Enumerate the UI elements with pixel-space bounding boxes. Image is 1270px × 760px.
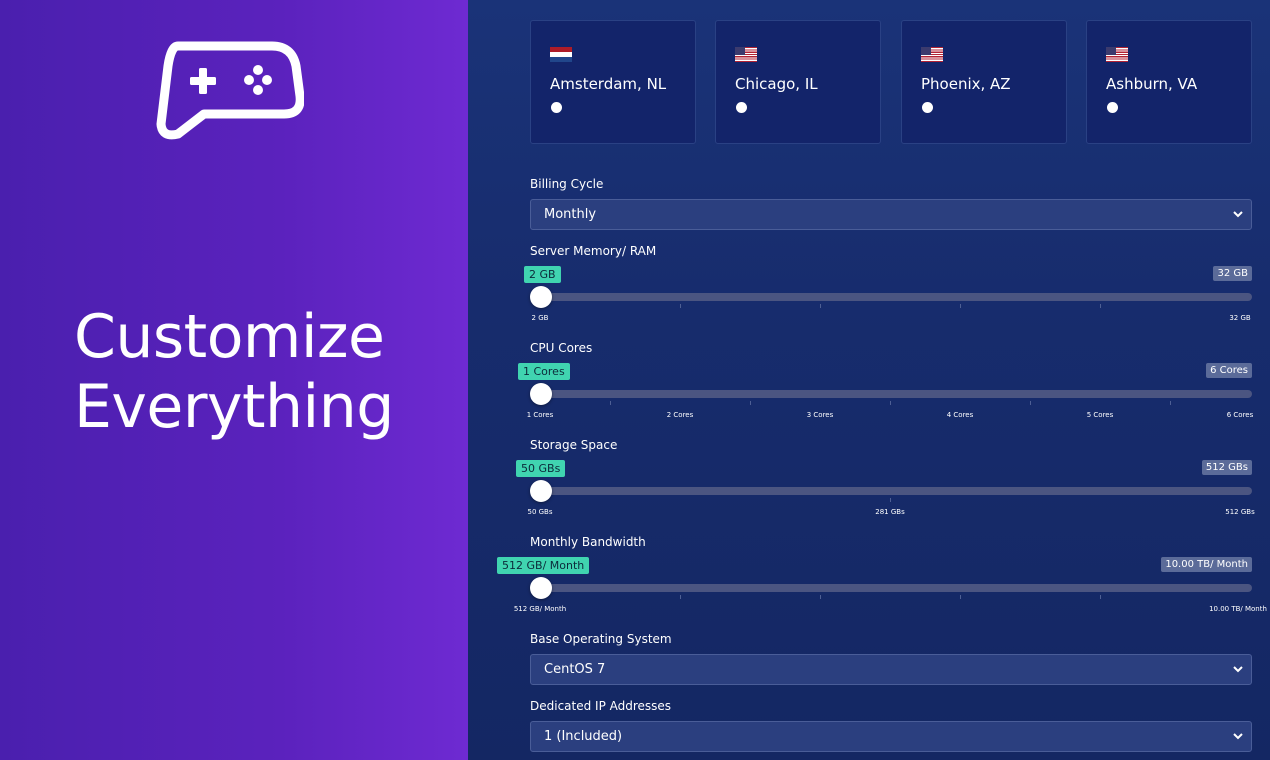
- memory-tick-label: 2 GB: [531, 314, 549, 322]
- headline-line-1: Customize: [74, 302, 385, 372]
- location-card-ashburn[interactable]: Ashburn, VA: [1086, 20, 1252, 144]
- us-flag-icon: [735, 47, 757, 62]
- slider-tick: [820, 595, 821, 599]
- memory-tick-label: 32 GB: [1229, 314, 1251, 322]
- headline-line-2: Everything: [74, 372, 394, 442]
- location-name: Amsterdam, NL: [550, 75, 667, 93]
- ip-value: 1 (Included): [544, 729, 623, 744]
- cpu-slider-handle[interactable]: [530, 383, 552, 405]
- bandwidth-slider-handle[interactable]: [530, 577, 552, 599]
- billing-cycle-select[interactable]: Monthly: [530, 199, 1252, 230]
- storage-slider-handle[interactable]: [530, 480, 552, 502]
- storage-tick-label: 512 GBs: [1225, 508, 1255, 516]
- chevron-down-icon: [1233, 666, 1243, 673]
- chevron-down-icon: [1233, 733, 1243, 740]
- slider-tick: [610, 401, 611, 405]
- configurator-panel: Amsterdam, NL Chicago, IL Phoenix, AZ As…: [468, 0, 1270, 760]
- chevron-down-icon: [1233, 211, 1243, 218]
- location-card-phoenix[interactable]: Phoenix, AZ: [901, 20, 1067, 144]
- memory-slider-handle[interactable]: [530, 286, 552, 308]
- location-radio[interactable]: [736, 102, 747, 113]
- storage-current-badge: 50 GBs: [516, 460, 566, 477]
- cpu-tick-label: 1 Cores: [526, 411, 554, 419]
- us-flag-icon: [921, 47, 943, 62]
- billing-cycle-label: Billing Cycle: [530, 177, 604, 191]
- storage-tick-label: 50 GBs: [527, 508, 553, 516]
- os-select[interactable]: CentOS 7: [530, 654, 1252, 685]
- slider-tick: [680, 304, 681, 308]
- slider-tick: [960, 304, 961, 308]
- location-card-chicago[interactable]: Chicago, IL: [715, 20, 881, 144]
- cpu-label: CPU Cores: [530, 341, 593, 355]
- slider-tick: [890, 498, 891, 502]
- memory-current-badge: 2 GB: [524, 266, 561, 283]
- memory-label: Server Memory/ RAM: [530, 244, 657, 258]
- billing-cycle-value: Monthly: [544, 207, 597, 222]
- storage-max-badge: 512 GBs: [1201, 460, 1252, 475]
- bandwidth-tick-label: 512 GB/ Month: [513, 605, 567, 613]
- slider-tick: [960, 595, 961, 599]
- slider-tick: [750, 401, 751, 405]
- bandwidth-slider-track[interactable]: [540, 584, 1252, 592]
- location-name: Chicago, IL: [735, 75, 818, 93]
- storage-slider-track[interactable]: [540, 487, 1252, 495]
- location-radio[interactable]: [551, 102, 562, 113]
- memory-slider-track[interactable]: [540, 293, 1252, 301]
- nl-flag-icon: [550, 47, 572, 62]
- location-card-amsterdam[interactable]: Amsterdam, NL: [530, 20, 696, 144]
- hero-panel: Customize Everything: [0, 0, 468, 760]
- cpu-tick-label: 5 Cores: [1086, 411, 1114, 419]
- cpu-current-badge: 1 Cores: [518, 363, 570, 380]
- slider-tick: [1030, 401, 1031, 405]
- ip-select[interactable]: 1 (Included): [530, 721, 1252, 752]
- gamepad-icon: [156, 41, 304, 140]
- slider-tick: [1100, 595, 1101, 599]
- location-radio[interactable]: [922, 102, 933, 113]
- os-value: CentOS 7: [544, 662, 606, 677]
- page-headline: Customize Everything: [74, 302, 464, 442]
- us-flag-icon: [1106, 47, 1128, 62]
- cpu-tick-label: 3 Cores: [806, 411, 834, 419]
- location-name: Ashburn, VA: [1106, 75, 1198, 93]
- slider-tick: [680, 595, 681, 599]
- bandwidth-label: Monthly Bandwidth: [530, 535, 646, 549]
- slider-tick: [1100, 304, 1101, 308]
- slider-tick: [890, 401, 891, 405]
- bandwidth-current-badge: 512 GB/ Month: [497, 557, 590, 574]
- storage-tick-label: 281 GBs: [875, 508, 905, 516]
- location-name: Phoenix, AZ: [921, 75, 1011, 93]
- cpu-tick-label: 6 Cores: [1226, 411, 1254, 419]
- os-label: Base Operating System: [530, 632, 672, 646]
- cpu-tick-label: 4 Cores: [946, 411, 974, 419]
- cpu-max-badge: 6 Cores: [1206, 363, 1252, 378]
- slider-tick: [820, 304, 821, 308]
- bandwidth-max-badge: 10.00 TB/ Month: [1161, 557, 1252, 572]
- ip-label: Dedicated IP Addresses: [530, 699, 672, 713]
- storage-label: Storage Space: [530, 438, 618, 452]
- cpu-tick-label: 2 Cores: [666, 411, 694, 419]
- location-radio[interactable]: [1107, 102, 1118, 113]
- bandwidth-tick-label: 10.00 TB/ Month: [1209, 605, 1267, 613]
- memory-max-badge: 32 GB: [1213, 266, 1252, 281]
- slider-tick: [1170, 401, 1171, 405]
- cpu-slider-track[interactable]: [540, 390, 1252, 398]
